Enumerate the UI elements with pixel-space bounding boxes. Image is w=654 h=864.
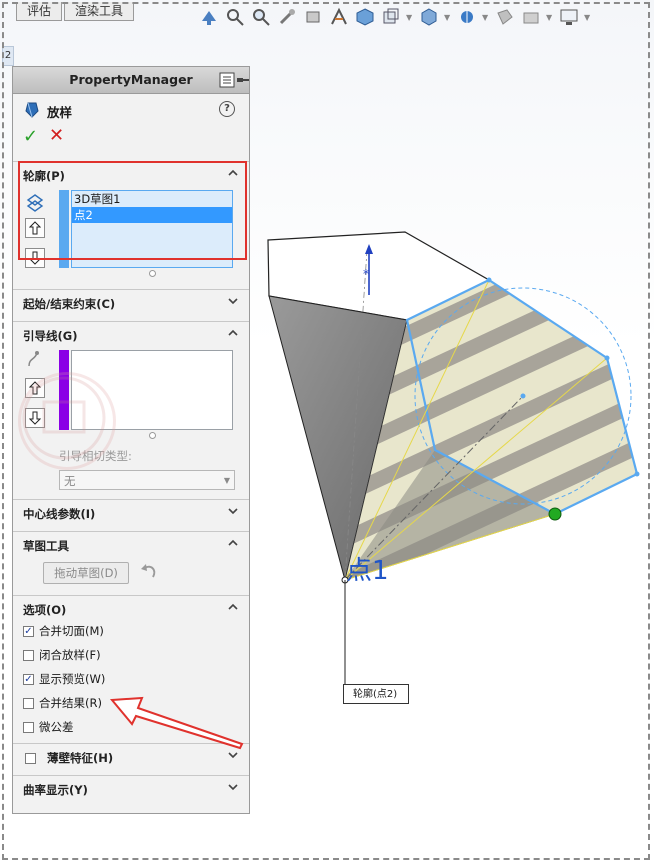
option-label: 显示预览(W) (39, 672, 106, 686)
chevron-up-icon[interactable] (227, 601, 239, 613)
chevron-down-icon[interactable]: ▼ (482, 13, 490, 22)
command-manager-tabs: 评估 渲染工具 (16, 2, 136, 22)
chevron-down-icon[interactable] (227, 505, 239, 517)
option-label: 合并切面(M) (39, 624, 104, 638)
chevron-up-icon[interactable] (227, 537, 239, 549)
feature-title-row: 放样 ? (13, 94, 249, 124)
standard-views-icon[interactable] (198, 6, 220, 28)
drag-sketch-button[interactable]: 拖动草图(D) (43, 562, 129, 584)
profile-callout[interactable]: 轮廓(点2) (343, 684, 409, 704)
curvature-display-section: 曲率显示(Y) (13, 775, 249, 808)
option-show-preview[interactable]: ✓ 显示预览(W) (23, 670, 105, 688)
guide-curve-list[interactable] (71, 350, 233, 430)
sketch-tools-section: 草图工具 拖动草图(D) (13, 531, 249, 594)
feature-title: 放样 (47, 105, 73, 120)
guide-curve-icon (28, 351, 39, 367)
move-up-button[interactable] (25, 378, 45, 398)
arrow-up-icon (29, 381, 41, 395)
chevron-down-icon[interactable]: ▼ (584, 13, 592, 22)
chevron-down-icon[interactable]: ▼ (406, 13, 414, 22)
chevron-up-icon[interactable] (227, 327, 239, 339)
option-micro-tolerance[interactable]: 微公差 (23, 718, 74, 736)
tangency-type-value: 无 (64, 474, 76, 488)
dynamic-annotation-icon[interactable] (328, 6, 350, 28)
checkbox-checked[interactable]: ✓ (23, 625, 34, 637)
section-header-curvature-display[interactable]: 曲率显示(Y) (23, 782, 88, 798)
display-style-icon[interactable] (380, 6, 402, 28)
checkbox-checked[interactable]: ✓ (23, 673, 34, 685)
chevron-down-icon[interactable] (227, 749, 239, 761)
property-manager-title: PropertyManager (69, 72, 193, 87)
list-resize-handle[interactable] (149, 432, 156, 439)
tangency-type-label: 引导相切类型: (59, 449, 132, 463)
view-orientation-icon[interactable] (354, 6, 376, 28)
tab-evaluate[interactable]: 评估 (16, 2, 63, 21)
section-header-sketch-tools[interactable]: 草图工具 (23, 538, 69, 554)
loft-icon (25, 102, 39, 118)
move-down-button[interactable] (25, 408, 45, 428)
section-header-guide-curves[interactable]: 引导线(G) (23, 328, 77, 344)
chevron-down-icon: ▼ (223, 476, 230, 485)
loft-preview-model[interactable]: * (255, 220, 645, 720)
hide-show-items-icon[interactable] (418, 6, 440, 28)
chevron-down-icon[interactable] (227, 781, 239, 793)
cancel-button[interactable]: ✕ (49, 125, 64, 146)
help-icon[interactable]: ? (219, 101, 235, 117)
section-header-start-end[interactable]: 起始/结束约束(C) (23, 296, 115, 312)
option-label: 合并结果(R) (39, 696, 102, 710)
tangency-type-select[interactable]: 无 ▼ (59, 470, 235, 490)
option-merge-tangent-faces[interactable]: ✓ 合并切面(M) (23, 622, 104, 640)
chevron-down-icon[interactable]: ▼ (546, 13, 554, 22)
render-tools-icon[interactable] (520, 6, 542, 28)
section-header-thin-feature[interactable]: 薄壁特征(H) (47, 750, 113, 766)
zoom-to-area-icon[interactable] (250, 6, 272, 28)
configuration-icon[interactable] (219, 72, 235, 88)
zoom-to-fit-icon[interactable] (224, 6, 246, 28)
option-merge-result[interactable]: 合并结果(R) (23, 694, 102, 712)
option-label: 闭合放样(F) (39, 648, 101, 662)
checkbox[interactable] (23, 649, 34, 661)
apply-scene-icon[interactable] (494, 6, 516, 28)
start-end-constraints-section: 起始/结束约束(C) (13, 289, 249, 320)
list-resize-handle[interactable] (149, 270, 156, 277)
thin-feature-checkbox[interactable] (25, 753, 36, 764)
centerline-section: 中心线参数(I) (13, 499, 249, 530)
annotation-highlight-box (18, 161, 247, 260)
edit-appearance-icon[interactable] (456, 6, 478, 28)
pin-icon[interactable] (237, 75, 249, 85)
section-view-icon[interactable] (302, 6, 324, 28)
heads-up-view-toolbar: ▼ ▼ ▼ ▼ ▼ (198, 4, 592, 30)
arrow-down-icon (29, 411, 41, 425)
checkbox[interactable] (23, 697, 34, 709)
point-label[interactable]: 点1 (346, 550, 389, 587)
section-header-centerline[interactable]: 中心线参数(I) (23, 506, 95, 522)
guide-curves-section: 引导线(G) 引导相切类型: 无 ▼ (13, 321, 249, 494)
chevron-down-icon[interactable]: ▼ (444, 13, 452, 22)
undo-icon[interactable] (139, 562, 159, 582)
ok-button[interactable]: ✓ (23, 126, 38, 147)
checkbox[interactable] (23, 721, 34, 733)
previous-view-icon[interactable] (276, 6, 298, 28)
ok-cancel-row: ✓ ✕ (13, 124, 249, 150)
document-tab-marker[interactable]: 2 (2, 46, 14, 66)
tab-render-tools[interactable]: 渲染工具 (64, 2, 135, 21)
section-header-options[interactable]: 选项(O) (23, 602, 66, 618)
option-close-loft[interactable]: 闭合放样(F) (23, 646, 101, 664)
annotation-arrow (109, 696, 244, 750)
view-settings-icon[interactable] (558, 6, 580, 28)
svg-text:*: * (363, 267, 369, 281)
chevron-down-icon[interactable] (227, 295, 239, 307)
option-label: 微公差 (39, 720, 74, 734)
guide-color-bar (59, 350, 69, 430)
property-manager-header: PropertyManager (13, 67, 249, 94)
